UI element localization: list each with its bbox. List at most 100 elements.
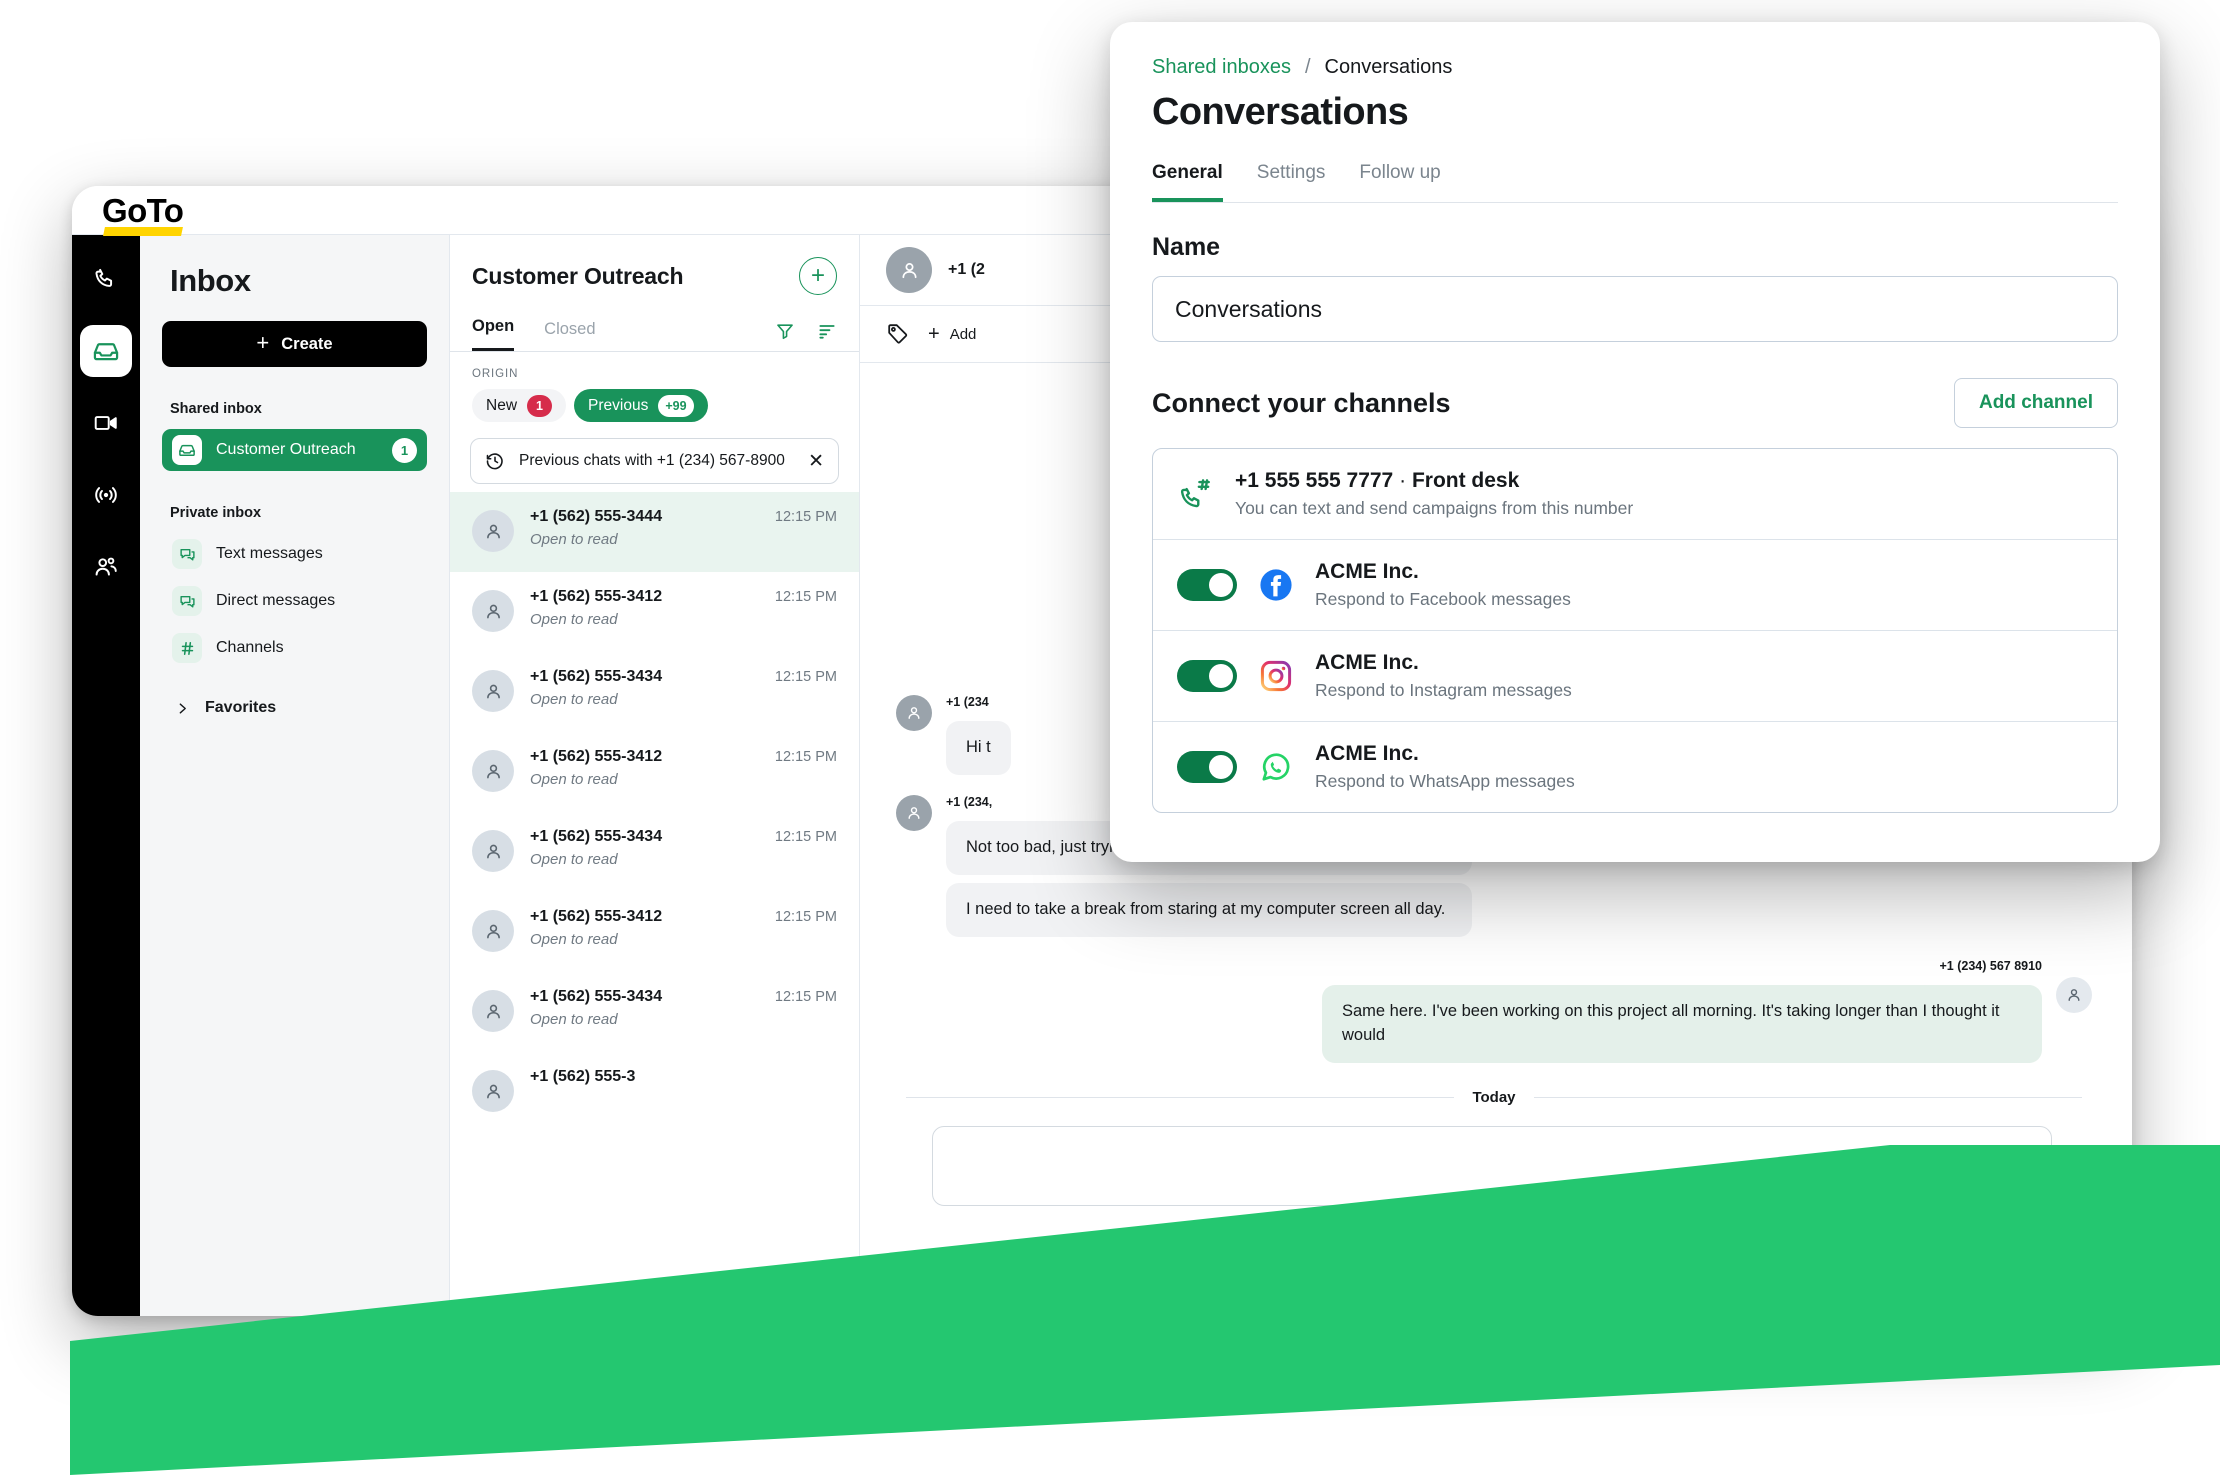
breadcrumb-separator: / <box>1304 56 1311 78</box>
sort-icon[interactable] <box>817 321 837 341</box>
conversation-row[interactable]: +1 (562) 555-3444 12:15 PM Open to read <box>450 492 859 572</box>
facebook-icon <box>1257 566 1295 604</box>
goto-logo-underline <box>103 226 183 236</box>
chip-label: Previous <box>588 396 649 414</box>
conversation-row[interactable]: +1 (562) 555-3 <box>450 1052 859 1132</box>
channel-separator: · <box>1399 469 1407 492</box>
rail-item-campaigns[interactable] <box>80 469 132 521</box>
toggle-knob <box>1209 573 1233 597</box>
channel-description: Respond to Facebook messages <box>1315 589 1571 609</box>
rail-item-calls[interactable] <box>80 253 132 305</box>
chat-icon <box>172 539 202 569</box>
conversation-row[interactable]: +1 (562) 555-3412 12:15 PM Open to read <box>450 572 859 652</box>
active-filter-pill[interactable]: Previous chats with +1 (234) 567-8900 ✕ <box>470 438 839 484</box>
conversation-preview: Open to read <box>530 771 618 788</box>
instagram-toggle[interactable] <box>1177 660 1237 692</box>
whatsapp-icon <box>1257 748 1295 786</box>
filter-icon[interactable] <box>775 321 795 341</box>
breadcrumb-parent[interactable]: Shared inboxes <box>1152 56 1291 79</box>
channel-row-facebook[interactable]: ACME Inc. Respond to Facebook messages <box>1153 540 2117 631</box>
message-sender: +1 (234 <box>946 695 989 709</box>
avatar <box>472 990 514 1032</box>
chip-label: New <box>486 396 518 414</box>
conversation-row[interactable]: +1 (562) 555-3434 12:15 PM Open to read <box>450 972 859 1052</box>
tab-open[interactable]: Open <box>472 317 515 351</box>
conversation-time: 12:15 PM <box>774 909 837 925</box>
favorites-collapse[interactable]: Favorites <box>162 687 427 729</box>
avatar <box>472 910 514 952</box>
plus-icon: + <box>256 330 270 355</box>
whatsapp-toggle[interactable] <box>1177 751 1237 783</box>
channel-title: ACME Inc. <box>1315 651 1419 674</box>
list-tabs: Open Closed <box>472 317 837 351</box>
tab-follow-up[interactable]: Follow up <box>1359 162 1440 202</box>
name-field-label: Name <box>1152 233 1221 261</box>
channel-row-whatsapp[interactable]: ACME Inc. Respond to WhatsApp messages <box>1153 722 2117 812</box>
message-row-outgoing: +1 (234) 567 8910 Same here. I've been w… <box>896 959 2092 1063</box>
sidebar-item-customer-outreach[interactable]: Customer Outreach 1 <box>162 429 427 471</box>
sidebar-item-label: Text messages <box>216 545 323 562</box>
history-icon <box>486 453 503 470</box>
avatar <box>896 695 932 731</box>
channel-number: +1 555 555 7777 <box>1235 469 1394 492</box>
conversation-list[interactable]: +1 (562) 555-3444 12:15 PM Open to read <box>450 492 859 1316</box>
conversation-number: +1 (562) 555-3412 <box>530 588 663 605</box>
conversation-preview: Open to read <box>530 931 618 948</box>
chip-new[interactable]: New 1 <box>472 389 567 422</box>
tab-closed[interactable]: Closed <box>544 320 595 351</box>
active-filter-label: Previous chats with +1 (234) 567-8900 <box>519 452 785 469</box>
conversation-time: 12:15 PM <box>774 509 837 525</box>
chip-previous[interactable]: Previous +99 <box>574 389 708 422</box>
tab-general[interactable]: General <box>1152 162 1223 202</box>
conversation-row[interactable]: +1 (562) 555-3412 12:15 PM Open to read <box>450 892 859 972</box>
facebook-toggle[interactable] <box>1177 569 1237 601</box>
phone-icon <box>95 268 113 287</box>
inbox-nav-column: Inbox + Create Shared inbox Customer Out… <box>140 235 450 1316</box>
chat-contact-number: +1 (2 <box>948 261 985 278</box>
add-channel-button[interactable]: Add channel <box>1953 378 2118 428</box>
conversation-row[interactable]: +1 (562) 555-3434 12:15 PM Open to read <box>450 652 859 732</box>
create-button[interactable]: + Create <box>162 321 427 367</box>
avatar <box>472 670 514 712</box>
divider-line <box>1533 1096 2082 1098</box>
tab-settings[interactable]: Settings <box>1257 162 1326 202</box>
sidebar-item-text-messages[interactable]: Text messages <box>162 533 427 575</box>
add-tag-button[interactable]: + Add <box>928 323 976 346</box>
conversation-preview: Open to read <box>530 611 618 628</box>
rail-item-inbox[interactable] <box>80 325 132 377</box>
conversation-row[interactable]: +1 (562) 555-3434 12:15 PM Open to read <box>450 812 859 892</box>
conversation-number: +1 (562) 555-3412 <box>530 908 663 925</box>
sidebar-item-label: Direct messages <box>216 592 336 609</box>
channel-text: ACME Inc. Respond to WhatsApp messages <box>1315 742 1575 792</box>
private-inbox-section-label: Private inbox <box>170 505 262 521</box>
tag-icon <box>888 324 908 344</box>
broadcast-icon <box>95 487 117 503</box>
rail-item-meetings[interactable] <box>80 397 132 449</box>
chevron-right-icon <box>179 702 186 714</box>
conversation-number: +1 (562) 555-3434 <box>530 668 663 685</box>
message-bubble: I need to take a break from staring at m… <box>946 882 1473 937</box>
channel-title: ACME Inc. <box>1315 742 1419 765</box>
name-input[interactable]: Conversations <box>1152 276 2118 342</box>
new-conversation-button[interactable]: + <box>799 257 837 295</box>
contacts-icon <box>95 557 117 576</box>
sidebar-item-direct-messages[interactable]: Direct messages <box>162 580 427 622</box>
channel-row-instagram[interactable]: ACME Inc. Respond to Instagram messages <box>1153 631 2117 722</box>
inbox-icon <box>172 435 202 465</box>
sidebar-item-channels[interactable]: Channels <box>162 627 427 669</box>
day-divider: Today <box>906 1089 2082 1106</box>
channel-row-phone[interactable]: +1 555 555 7777 · Front desk You can tex… <box>1153 449 2117 540</box>
message-bubble: Same here. I've been working on this pro… <box>1322 984 2042 1063</box>
conversation-list-header: Customer Outreach + Open Closed <box>450 235 859 351</box>
chip-count: +99 <box>658 394 694 417</box>
conversations-settings-panel: Shared inboxes / Conversations Conversat… <box>1110 22 2160 862</box>
close-icon[interactable]: ✕ <box>808 452 824 471</box>
rail-item-contacts[interactable] <box>80 541 132 593</box>
conversation-row[interactable]: +1 (562) 555-3412 12:15 PM Open to read <box>450 732 859 812</box>
favorites-label: Favorites <box>205 699 277 716</box>
conversation-preview: Open to read <box>530 851 618 868</box>
channel-description: You can text and send campaigns from thi… <box>1235 498 1634 518</box>
channel-text: +1 555 555 7777 · Front desk You can tex… <box>1235 469 1633 519</box>
panel-title: Conversations <box>1152 91 1409 133</box>
message-composer[interactable] <box>932 1125 2052 1206</box>
